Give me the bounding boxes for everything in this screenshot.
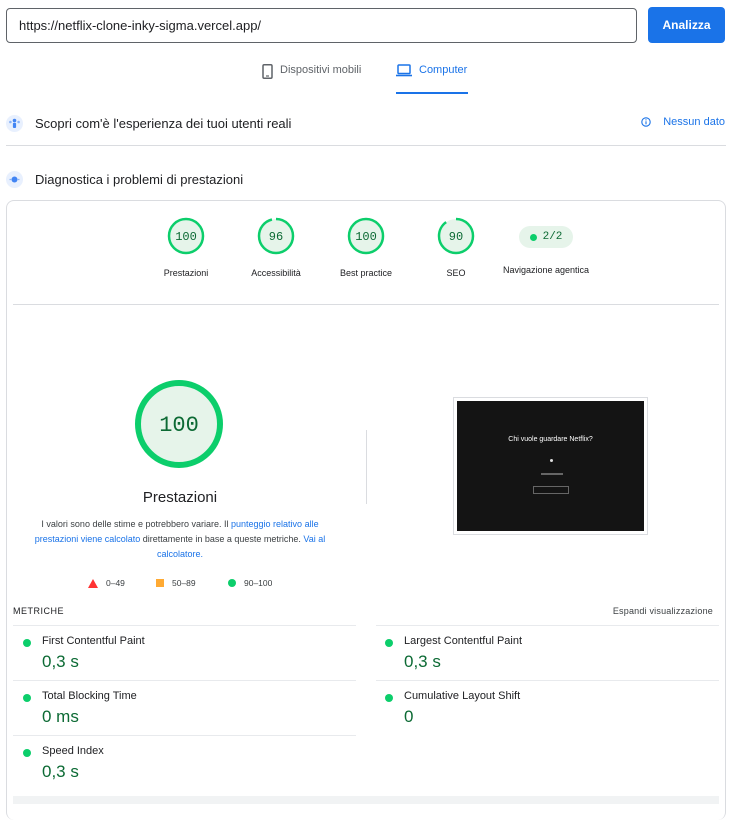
performance-disclaimer: I valori sono delle stime e potrebbero v… bbox=[30, 517, 330, 562]
final-screenshot[interactable]: Chi vuole guardare Netflix? bbox=[453, 397, 648, 535]
score-value: 100 bbox=[175, 230, 197, 244]
metric-value: 0,3 s bbox=[42, 762, 79, 781]
laptop-icon bbox=[396, 64, 412, 77]
screenshot-heading: Chi vuole guardare Netflix? bbox=[508, 436, 593, 443]
score-gauge-performance[interactable]: 100 Prestazioni bbox=[141, 217, 231, 281]
vertical-separator bbox=[366, 430, 367, 504]
users-icon bbox=[6, 114, 23, 132]
metric-name: First Contentful Paint bbox=[42, 635, 145, 647]
legend-average: 50–89 bbox=[156, 578, 196, 588]
metric-name: Cumulative Layout Shift bbox=[404, 690, 521, 702]
diagnostics-title: Diagnostica i problemi di prestazioni bbox=[35, 171, 244, 187]
tab-mobile[interactable]: Dispositivi mobili bbox=[262, 64, 361, 94]
pass-circle-icon bbox=[385, 694, 393, 702]
score-value: 100 bbox=[355, 230, 377, 244]
legend-poor: 0–49 bbox=[88, 578, 125, 588]
screenshot-button bbox=[533, 486, 569, 494]
metric-name: Speed Index bbox=[42, 745, 104, 757]
pass-circle-icon bbox=[385, 639, 393, 647]
metric-divider bbox=[13, 680, 356, 681]
crux-section-header: Scopri com'è l'esperienza dei tuoi utent… bbox=[6, 112, 726, 134]
score-value: 90 bbox=[449, 230, 463, 244]
metric-value: 0 bbox=[404, 707, 414, 726]
diagnostics-section-header: Diagnostica i problemi di prestazioni bbox=[6, 168, 726, 190]
metric-name: Largest Contentful Paint bbox=[404, 635, 523, 647]
legend-poor-label: 0–49 bbox=[106, 578, 125, 588]
bottom-panel bbox=[13, 796, 719, 804]
pass-circle-icon bbox=[23, 694, 31, 702]
score-label: Prestazioni bbox=[163, 268, 209, 278]
metric-divider bbox=[13, 625, 356, 626]
legend-good: 90–100 bbox=[228, 578, 272, 588]
performance-score: 100 bbox=[159, 413, 199, 438]
tab-desktop[interactable]: Computer bbox=[396, 64, 468, 94]
tab-mobile-label: Dispositivi mobili bbox=[280, 64, 362, 76]
lighthouse-icon bbox=[6, 170, 23, 188]
info-icon bbox=[641, 117, 651, 127]
screenshot-caption bbox=[541, 473, 563, 475]
no-data-label: Nessun dato bbox=[663, 116, 725, 128]
legend-good-label: 90–100 bbox=[244, 578, 273, 588]
performance-gauge: 100 bbox=[135, 380, 223, 468]
agentic-navigation-badge[interactable]: 2/2 bbox=[519, 226, 573, 248]
tab-desktop-label: Computer bbox=[419, 64, 468, 76]
pass-circle-icon bbox=[228, 579, 236, 587]
score-label: Accessibilità bbox=[251, 268, 301, 278]
metric-value: 0,3 s bbox=[42, 652, 79, 671]
metric-value: 0,3 s bbox=[404, 652, 441, 671]
pass-circle-icon bbox=[23, 639, 31, 647]
legend-average-label: 50–89 bbox=[172, 578, 196, 588]
screenshot-image: Chi vuole guardare Netflix? bbox=[457, 401, 644, 531]
score-gauge-accessibility[interactable]: 96 Accessibilità bbox=[231, 217, 321, 281]
metric-divider bbox=[376, 625, 719, 626]
score-label: Best practice bbox=[339, 268, 393, 278]
metrics-heading: METRICHE bbox=[13, 606, 64, 616]
smartphone-icon bbox=[262, 64, 273, 79]
score-value: 96 bbox=[269, 230, 283, 244]
disclaimer-text: I valori sono delle stime e potrebbero v… bbox=[41, 519, 232, 529]
agentic-label: Navigazione agentica bbox=[502, 265, 590, 275]
pass-circle-icon bbox=[23, 749, 31, 757]
crux-title: Scopri com'è l'esperienza dei tuoi utent… bbox=[35, 115, 292, 131]
screenshot-avatar bbox=[550, 459, 553, 462]
metric-divider bbox=[376, 680, 719, 681]
score-gauge-seo[interactable]: 90 SEO bbox=[411, 217, 501, 281]
expand-view-toggle[interactable]: Espandi visualizzazione bbox=[613, 606, 713, 616]
fail-triangle-icon bbox=[88, 578, 98, 588]
metric-name: Total Blocking Time bbox=[42, 690, 137, 702]
section-divider bbox=[6, 145, 726, 146]
url-input[interactable] bbox=[6, 8, 637, 43]
analyze-button[interactable]: Analizza bbox=[648, 7, 725, 43]
average-square-icon bbox=[156, 579, 164, 587]
no-data-link[interactable]: Nessun dato bbox=[641, 116, 725, 128]
performance-title: Prestazioni bbox=[142, 489, 218, 506]
metric-divider bbox=[13, 735, 356, 736]
score-label: SEO bbox=[446, 268, 466, 278]
score-gauge-best-practices[interactable]: 100 Best practice bbox=[321, 217, 411, 281]
agentic-value: 2/2 bbox=[542, 231, 563, 243]
metric-value: 0 ms bbox=[42, 707, 79, 726]
card-divider bbox=[13, 304, 719, 305]
pass-dot-icon bbox=[529, 233, 537, 241]
disclaimer-text: direttamente in base a queste metriche. bbox=[140, 534, 304, 544]
